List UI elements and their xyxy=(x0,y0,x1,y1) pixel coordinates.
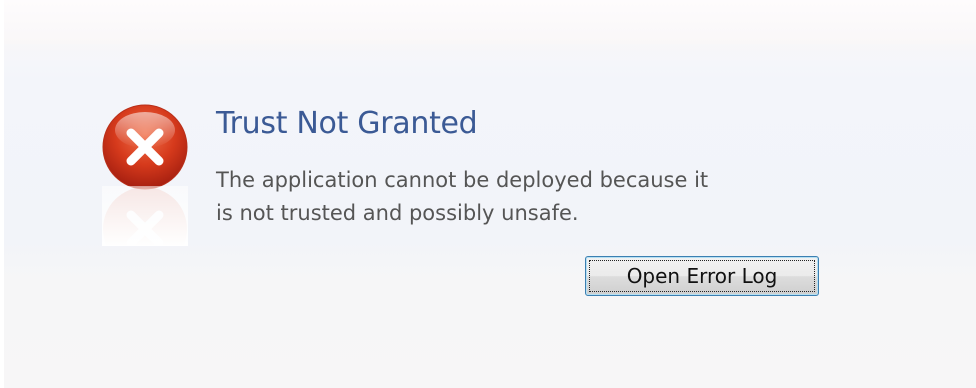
dialog-message: The application cannot be deployed becau… xyxy=(216,164,816,230)
open-error-log-label: Open Error Log xyxy=(589,260,815,292)
dialog-title: Trust Not Granted xyxy=(216,106,478,141)
open-error-log-button[interactable]: Open Error Log xyxy=(585,256,819,296)
dialog-window: Trust Not Granted The application cannot… xyxy=(0,0,976,388)
dialog-message-line: is not trusted and possibly unsafe. xyxy=(216,201,579,225)
window-edge xyxy=(0,0,4,388)
dialog-header-strip xyxy=(0,0,976,44)
error-icon-reflection xyxy=(102,186,188,246)
error-x-icon xyxy=(102,104,188,190)
dialog-message-line: The application cannot be deployed becau… xyxy=(216,168,709,192)
